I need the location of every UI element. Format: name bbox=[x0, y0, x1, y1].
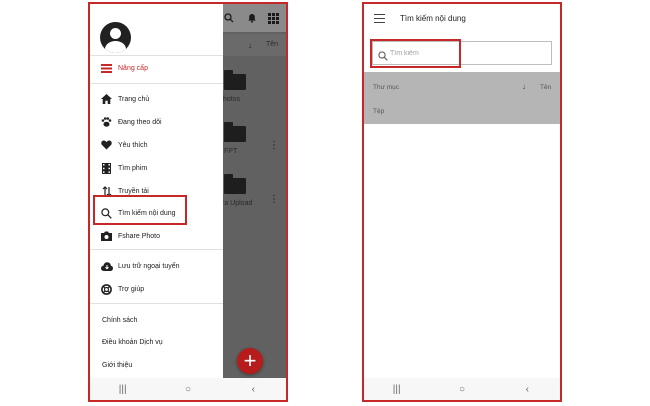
folder-label: ra Upload bbox=[222, 200, 253, 207]
system-nav-bar: ||| ○ ‹ bbox=[364, 378, 560, 400]
drawer-item-label: Tìm phim bbox=[118, 164, 148, 172]
more-options-icon[interactable]: ⋮ bbox=[269, 141, 279, 151]
drawer-item-home[interactable]: Trang chủ bbox=[100, 92, 149, 106]
drawer-item-label: Trợ giúp bbox=[118, 285, 145, 293]
home-icon bbox=[100, 94, 113, 104]
drawer-item-label: Lưu trữ ngoại tuyến bbox=[118, 262, 180, 270]
more-options-icon[interactable]: ⋮ bbox=[269, 195, 279, 205]
drawer-item-help[interactable]: Trợ giúp bbox=[100, 282, 144, 296]
divider bbox=[90, 55, 223, 56]
files-header: Tệp bbox=[373, 108, 385, 115]
drawer-item-label: Đang theo dõi bbox=[118, 118, 162, 126]
annotation-highlight-box bbox=[93, 195, 187, 225]
drawer-item-following[interactable]: Đang theo dõi bbox=[100, 115, 162, 129]
help-icon bbox=[100, 283, 113, 295]
add-fab-button[interactable]: + bbox=[237, 348, 263, 374]
drawer-item-label: Yêu thích bbox=[118, 141, 148, 149]
folder-label: hotos bbox=[223, 96, 241, 103]
recents-button[interactable]: ||| bbox=[111, 384, 135, 395]
folder-icon bbox=[224, 70, 246, 90]
sort-direction-icon[interactable]: ↓ bbox=[522, 82, 526, 91]
back-button[interactable]: ‹ bbox=[515, 384, 539, 395]
recents-button[interactable]: ||| bbox=[385, 384, 409, 395]
bell-icon bbox=[247, 13, 257, 26]
heart-icon bbox=[100, 140, 113, 150]
cloud-download-icon bbox=[100, 261, 113, 271]
paw-icon bbox=[100, 117, 113, 127]
link-about[interactable]: Giới thiệu bbox=[102, 358, 132, 372]
folders-header: Thư mục bbox=[373, 84, 400, 91]
divider bbox=[90, 83, 223, 84]
drawer-item-favorites[interactable]: Yêu thích bbox=[100, 138, 148, 152]
menu-icon[interactable] bbox=[374, 14, 385, 23]
drawer-item-label: Fshare Photo bbox=[118, 232, 161, 240]
left-phone-screen: ↓ Tên hotos FPT ⋮ ra Upload ⋮ + Nâng cấp bbox=[88, 2, 288, 402]
list-icon bbox=[100, 63, 113, 73]
app-toolbar: Tìm kiếm nội dung bbox=[364, 4, 560, 34]
home-button[interactable]: ○ bbox=[176, 384, 200, 395]
upgrade-label: Nâng cấp bbox=[118, 64, 148, 72]
annotation-highlight-box bbox=[370, 39, 461, 68]
system-nav-bar: ||| ○ ‹ bbox=[90, 378, 286, 400]
film-icon bbox=[100, 162, 113, 174]
link-terms[interactable]: Điều khoản Dịch vụ bbox=[102, 335, 163, 349]
arrow-down-icon: ↓ bbox=[248, 41, 252, 50]
folder-label: FPT bbox=[224, 148, 238, 155]
drawer-item-label: Trang chủ bbox=[118, 95, 150, 103]
drawer-item-label: Truyền tải bbox=[118, 187, 149, 195]
link-policy[interactable]: Chính sách bbox=[102, 313, 137, 327]
divider bbox=[90, 303, 223, 304]
divider bbox=[90, 249, 223, 250]
sort-label[interactable]: Tên bbox=[540, 84, 551, 91]
folder-icon bbox=[224, 122, 246, 142]
grid-icon bbox=[268, 13, 279, 27]
camera-icon bbox=[100, 231, 113, 241]
back-button[interactable]: ‹ bbox=[241, 384, 265, 395]
drawer-item-fshare-photo[interactable]: Fshare Photo bbox=[100, 229, 160, 243]
drawer-item-find-movies[interactable]: Tìm phim bbox=[100, 161, 147, 175]
sort-label: Tên bbox=[266, 41, 279, 48]
page-title: Tìm kiếm nội dung bbox=[400, 14, 466, 23]
results-panel: Thư mục ↓ Tên Tệp bbox=[364, 72, 560, 124]
drawer-item-offline-storage[interactable]: Lưu trữ ngoại tuyến bbox=[100, 259, 180, 273]
folder-icon bbox=[224, 174, 246, 194]
home-button[interactable]: ○ bbox=[450, 384, 474, 395]
avatar[interactable] bbox=[100, 22, 131, 53]
navigation-drawer: Nâng cấp Trang chủ Đang theo dõi Yêu thí… bbox=[90, 4, 223, 378]
upgrade-item[interactable]: Nâng cấp bbox=[100, 61, 148, 75]
search-icon bbox=[224, 13, 234, 26]
right-phone-screen: Tìm kiếm nội dung Thư mục ↓ Tên Tệp ||| … bbox=[362, 2, 562, 402]
